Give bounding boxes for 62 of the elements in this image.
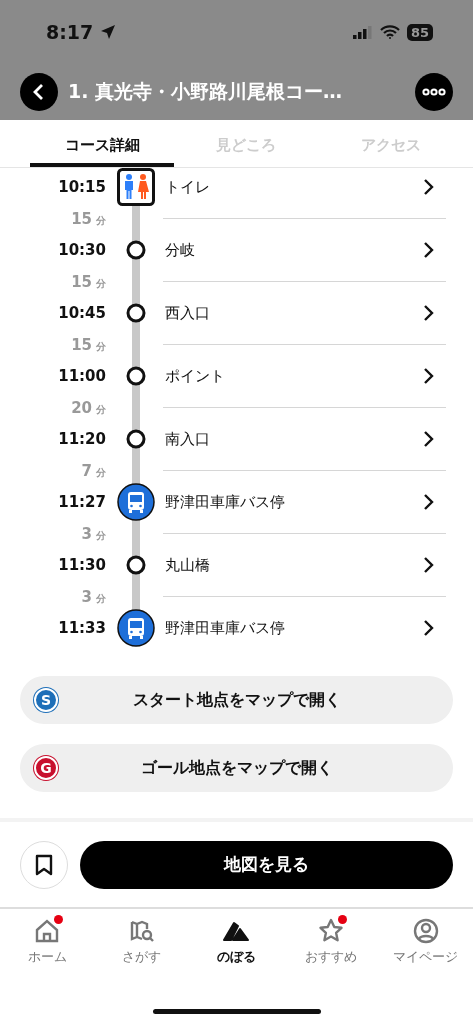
view-map-button[interactable]: 地図を見る [80,840,453,889]
point-badge: S [34,688,58,712]
nav-tab[interactable]: マイページ [378,917,473,966]
chevron-right-icon[interactable] [423,178,435,196]
open-map-button[interactable]: G ゴール地点をマップで開く [20,744,453,792]
stop-time: 11:27 [57,493,106,511]
stop-time: 10:45 [57,304,106,322]
waypoint-icon [126,429,146,449]
nav-tab[interactable]: おすすめ [283,917,379,966]
nav-tab[interactable]: のぼる [189,917,284,966]
chevron-right-icon[interactable] [423,619,435,637]
stop-name[interactable]: トイレ [165,177,423,197]
chevron-right-icon[interactable] [423,430,435,448]
waypoint-icon [126,303,146,323]
walk-duration: 15 分 [70,209,106,228]
more-button[interactable] [415,73,453,111]
stop-name[interactable]: ポイント [165,366,423,386]
chevron-right-icon[interactable] [423,367,435,385]
waypoint-icon [126,555,146,575]
walk-duration: 3 分 [80,524,106,543]
user-icon [411,917,440,945]
bookmark-icon [35,853,53,876]
stop-name[interactable]: 西入口 [165,303,423,323]
stop-name[interactable]: 南入口 [165,429,423,449]
restroom-icon [117,168,155,206]
stop-time: 11:33 [57,619,106,637]
stop-time: 10:30 [57,241,106,259]
nav-tab[interactable]: ホーム [0,917,95,966]
walk-duration: 15 分 [70,335,106,354]
back-button[interactable] [20,73,58,111]
chevron-right-icon[interactable] [423,304,435,322]
waypoint-icon [126,240,146,260]
waypoint-icon [126,366,146,386]
walk-duration: 20 分 [70,398,106,417]
more-icon [422,88,446,96]
stop-name[interactable]: 野津田車庫バス停 [165,492,423,512]
battery-level: 85 [406,23,433,41]
walk-duration: 7 分 [80,461,106,480]
walk-duration: 15 分 [70,272,106,291]
point-badge: G [34,756,58,780]
nav-tab[interactable]: さがす [94,917,190,966]
bus-icon [117,483,155,521]
status-time: 8:17 [46,21,94,43]
signal-icon [352,25,373,39]
wifi-icon [379,25,400,39]
bus-icon [117,609,155,647]
stop-name[interactable]: 分岐 [165,240,423,260]
stop-time: 10:15 [57,178,106,196]
open-map-button[interactable]: S スタート地点をマップで開く [20,676,453,724]
back-icon [32,83,46,101]
chevron-right-icon[interactable] [423,241,435,259]
stop-name[interactable]: 野津田車庫バス停 [165,618,423,638]
bookmark-button[interactable] [20,840,68,889]
walk-duration: 3 分 [80,587,106,606]
stop-name[interactable]: 丸山橋 [165,555,423,575]
stop-time: 11:20 [57,430,106,448]
location-icon [100,24,117,40]
chevron-right-icon[interactable] [423,493,435,511]
course-title: 1. 真光寺・小野路川尾根コー… [68,79,344,104]
chevron-right-icon[interactable] [423,556,435,574]
stop-time: 11:30 [57,556,106,574]
stop-time: 11:00 [57,367,106,385]
